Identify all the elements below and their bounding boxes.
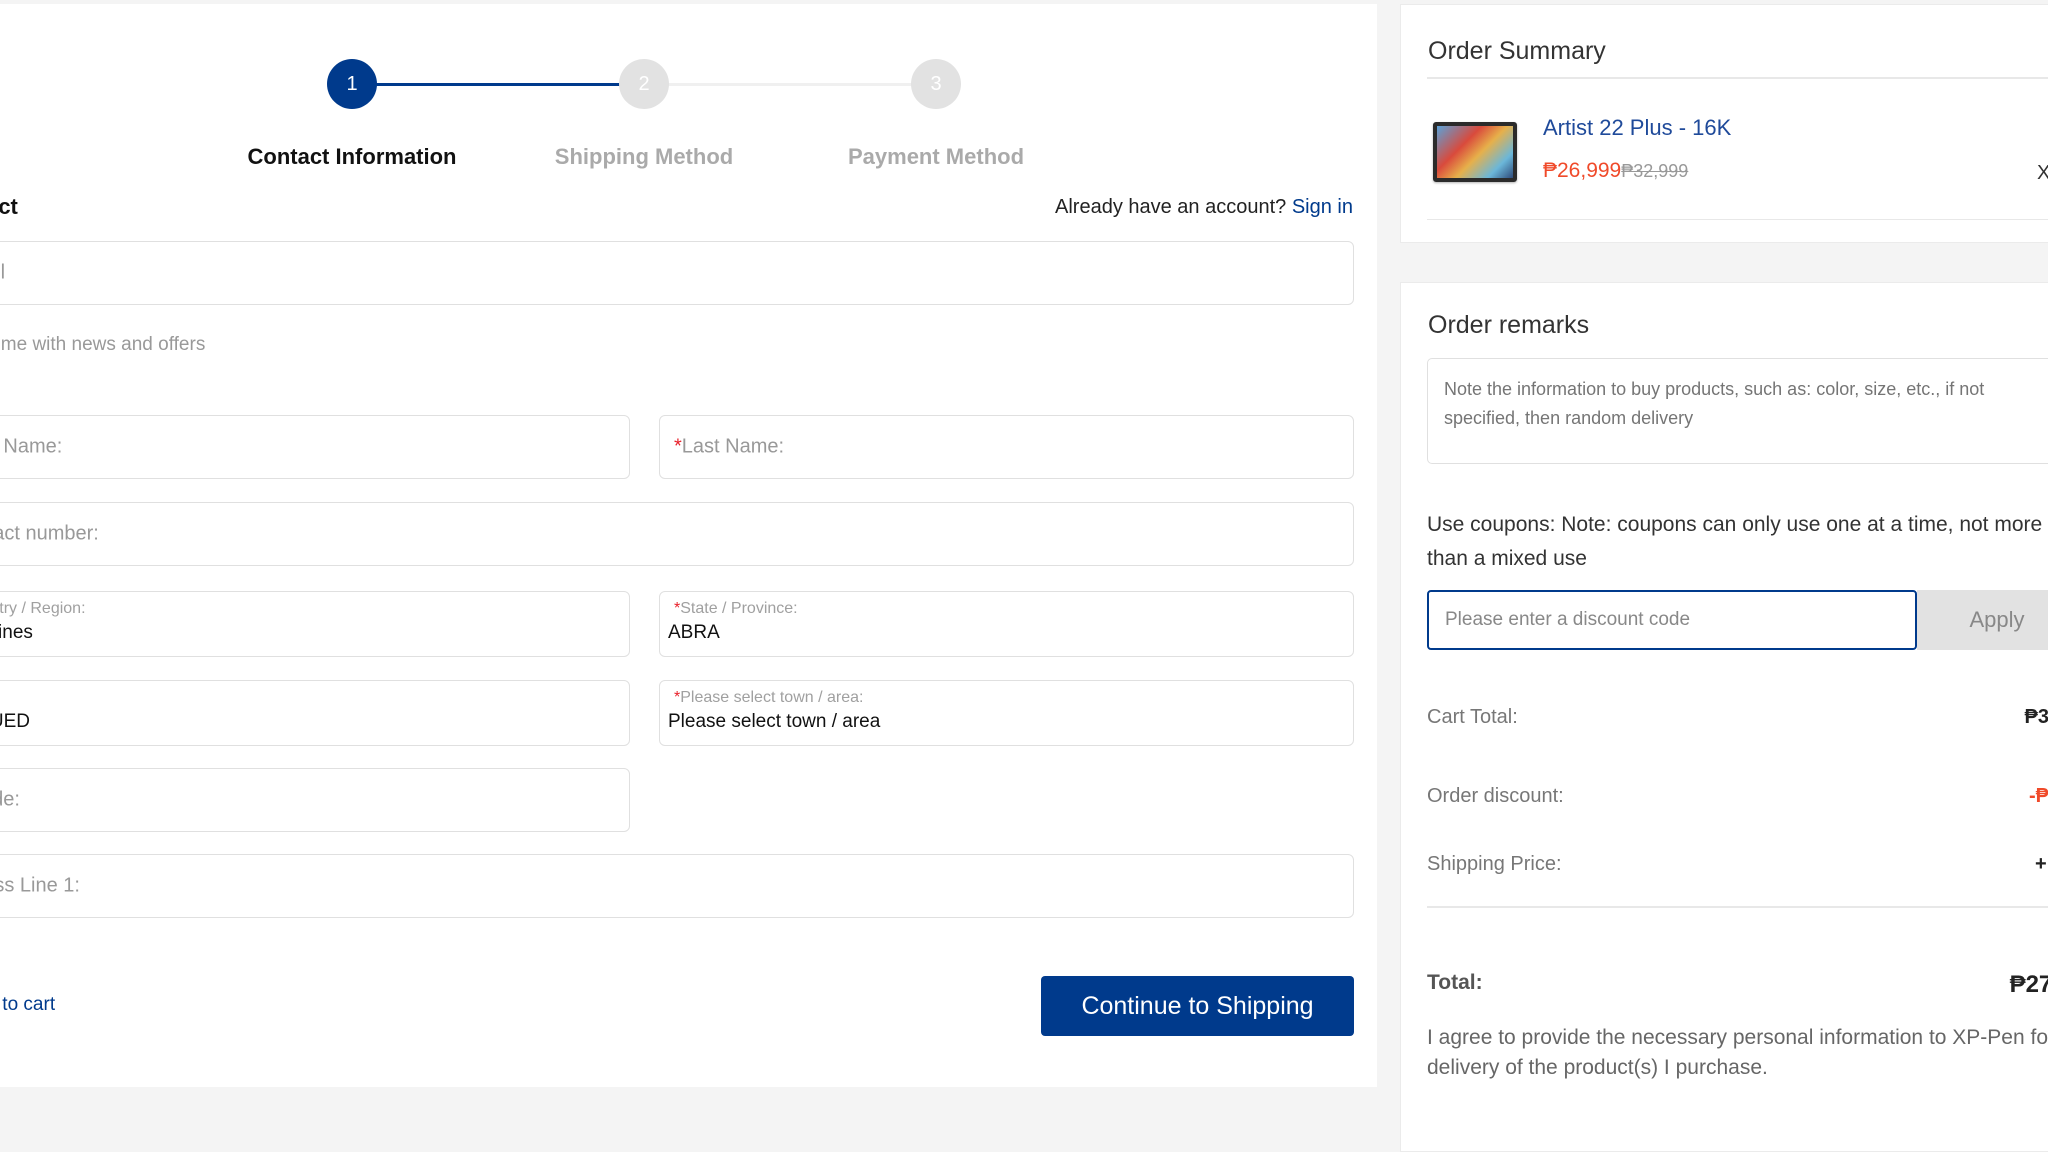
product-original-price: ₱32,999 xyxy=(1621,161,1689,181)
contact-number-field[interactable]: Contact number: xyxy=(0,502,1354,566)
shipping-price-label: Shipping Price: xyxy=(1427,853,1562,875)
email-placeholder: Email xyxy=(0,261,6,284)
contact-number-placeholder: Contact number: xyxy=(0,522,99,545)
contact-section-title: Contact xyxy=(0,194,18,219)
total-label: Total: xyxy=(1427,971,1483,994)
order-discount-value: -₱6,000 xyxy=(2028,785,2048,807)
step-2-label[interactable]: Shipping Method xyxy=(555,144,733,170)
city-select[interactable]: BANGUED xyxy=(0,680,630,746)
total-value: ₱27,179 xyxy=(2009,971,2048,998)
postcode-placeholder: Postcode: xyxy=(0,788,20,811)
country-label: Country / Region: xyxy=(0,600,86,617)
country-select[interactable]: Country / Region: Philippines xyxy=(0,591,630,657)
cart-total-value: ₱32,999 xyxy=(2024,706,2048,728)
order-discount-label: Order discount: xyxy=(1427,785,1564,807)
last-name-field[interactable]: *Last Name: xyxy=(659,415,1354,479)
account-prompt: Already have an account? Sign in xyxy=(1055,196,1353,219)
sign-in-link[interactable]: Sign in xyxy=(1292,196,1353,218)
postcode-field[interactable]: Postcode: xyxy=(0,768,630,832)
town-label-text: Please select town / area: xyxy=(680,689,864,706)
step-3-label[interactable]: Payment Method xyxy=(848,144,1024,170)
apply-coupon-button[interactable]: Apply xyxy=(1917,590,2048,650)
first-name-field[interactable]: First Name: xyxy=(0,415,630,479)
cart-total-label: Cart Total: xyxy=(1427,706,1518,728)
email-field[interactable]: Email xyxy=(0,241,1354,305)
address-line-1-field[interactable]: Address Line 1: xyxy=(0,854,1354,918)
order-summary-title: Order Summary xyxy=(1428,37,1606,65)
consent-text: I agree to provide the necessary persona… xyxy=(1427,1026,2048,1079)
order-details-card: Order remarks Use coupons: Note: coupons… xyxy=(1400,282,2048,1152)
town-label: *Please select town / area: xyxy=(674,689,863,707)
product-thumbnail[interactable] xyxy=(1433,122,1517,182)
divider xyxy=(1427,77,2048,79)
step-1-label[interactable]: Contact Information xyxy=(248,144,457,170)
step-3-number: 3 xyxy=(930,72,942,95)
step-1-number: 1 xyxy=(346,72,358,95)
town-select[interactable]: *Please select town / area: Please selec… xyxy=(659,680,1354,746)
newsletter-checkbox-label[interactable]: Email me with news and offers xyxy=(0,334,205,356)
coupon-note: Use coupons: Note: coupons can only use … xyxy=(1427,513,2043,570)
first-name-placeholder: First Name: xyxy=(0,435,63,458)
state-select[interactable]: *State / Province: ABRA xyxy=(659,591,1354,657)
country-value: Philippines xyxy=(0,622,33,643)
address-line-1-placeholder: Address Line 1: xyxy=(0,874,80,897)
product-name-link[interactable]: Artist 22 Plus - 16K xyxy=(1543,115,1731,141)
shipping-price-value: + ₱180 xyxy=(2035,853,2048,875)
last-name-placeholder: *Last Name: xyxy=(674,436,784,459)
order-remarks-title: Order remarks xyxy=(1428,311,1590,339)
product-price: ₱26,999₱32,999 xyxy=(1543,159,1688,183)
order-summary-card: Order Summary Artist 22 Plus - 16K ₱26,9… xyxy=(1400,4,2048,243)
state-value: ABRA xyxy=(668,622,720,643)
product-sale-price: ₱26,999 xyxy=(1543,159,1622,182)
divider xyxy=(1427,906,2048,908)
divider xyxy=(1427,219,2048,220)
checkout-form-panel: 1 2 3 Contact Information Shipping Metho… xyxy=(0,4,1377,1087)
step-connector-1-2 xyxy=(352,83,644,86)
step-1-circle[interactable]: 1 xyxy=(327,59,377,109)
state-label-text: State / Province: xyxy=(680,600,798,617)
state-label: *State / Province: xyxy=(674,600,798,618)
return-to-cart-link[interactable]: Return to cart xyxy=(0,994,55,1016)
city-value: BANGUED xyxy=(0,711,30,732)
step-2-number: 2 xyxy=(638,72,650,95)
account-prompt-text: Already have an account? xyxy=(1055,196,1287,218)
discount-code-input[interactable] xyxy=(1427,590,1917,650)
continue-to-shipping-button[interactable]: Continue to Shipping xyxy=(1041,976,1354,1036)
step-3-circle[interactable]: 3 xyxy=(911,59,961,109)
product-quantity: X xyxy=(2037,162,2048,184)
order-remarks-textarea[interactable] xyxy=(1427,358,2048,464)
step-2-circle[interactable]: 2 xyxy=(619,59,669,109)
town-value: Please select town / area xyxy=(668,711,881,732)
required-asterisk: * xyxy=(674,435,682,458)
step-connector-2-3 xyxy=(644,83,936,86)
last-name-label: Last Name: xyxy=(681,435,785,458)
